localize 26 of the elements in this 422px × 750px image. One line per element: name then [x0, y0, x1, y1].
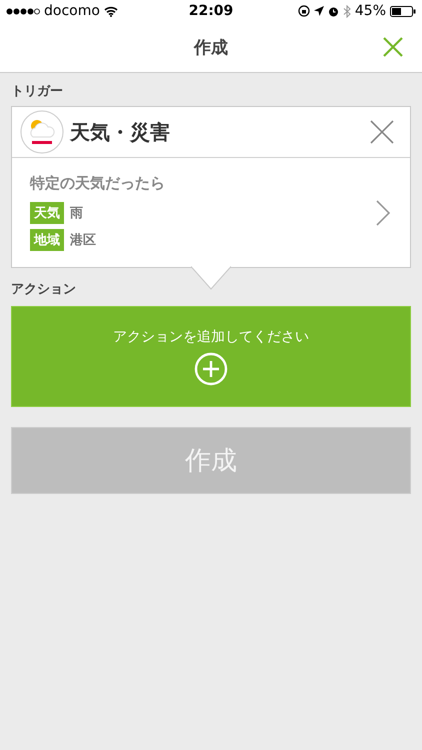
battery-percent: 45% — [354, 3, 386, 19]
param-value: 港区 — [70, 232, 96, 249]
param-tag: 地域 — [30, 229, 64, 251]
section-label: トリガー — [11, 83, 63, 100]
battery-icon — [390, 6, 416, 16]
section-label: アクション — [11, 281, 76, 298]
service-name: 天気・災害 — [70, 118, 171, 146]
add-action-button[interactable]: アクションを追加してください — [11, 306, 411, 407]
alarm-icon — [328, 6, 339, 16]
status-time: 22:09 — [188, 3, 234, 19]
weather-logo-icon — [20, 110, 64, 154]
carrier: docomo — [44, 3, 100, 19]
close-icon[interactable] — [383, 37, 403, 57]
param-value: 雨 — [70, 205, 83, 222]
param-tag: 天気 — [30, 202, 64, 224]
close-icon[interactable] — [370, 120, 394, 144]
signal-icon — [6, 8, 40, 14]
trigger-settings[interactable]: 特定の天気だったら 天気 雨 地域 港区 — [12, 158, 410, 267]
wifi-icon — [104, 6, 118, 16]
bluetooth-icon — [342, 4, 351, 18]
plus-circle-icon — [194, 352, 228, 386]
chevron-right-icon — [376, 200, 390, 226]
rotation-lock-icon — [298, 5, 310, 17]
location-icon — [314, 6, 324, 16]
nav-title: 作成 — [194, 36, 228, 58]
condition-text: 特定の天気だったら — [30, 174, 165, 193]
